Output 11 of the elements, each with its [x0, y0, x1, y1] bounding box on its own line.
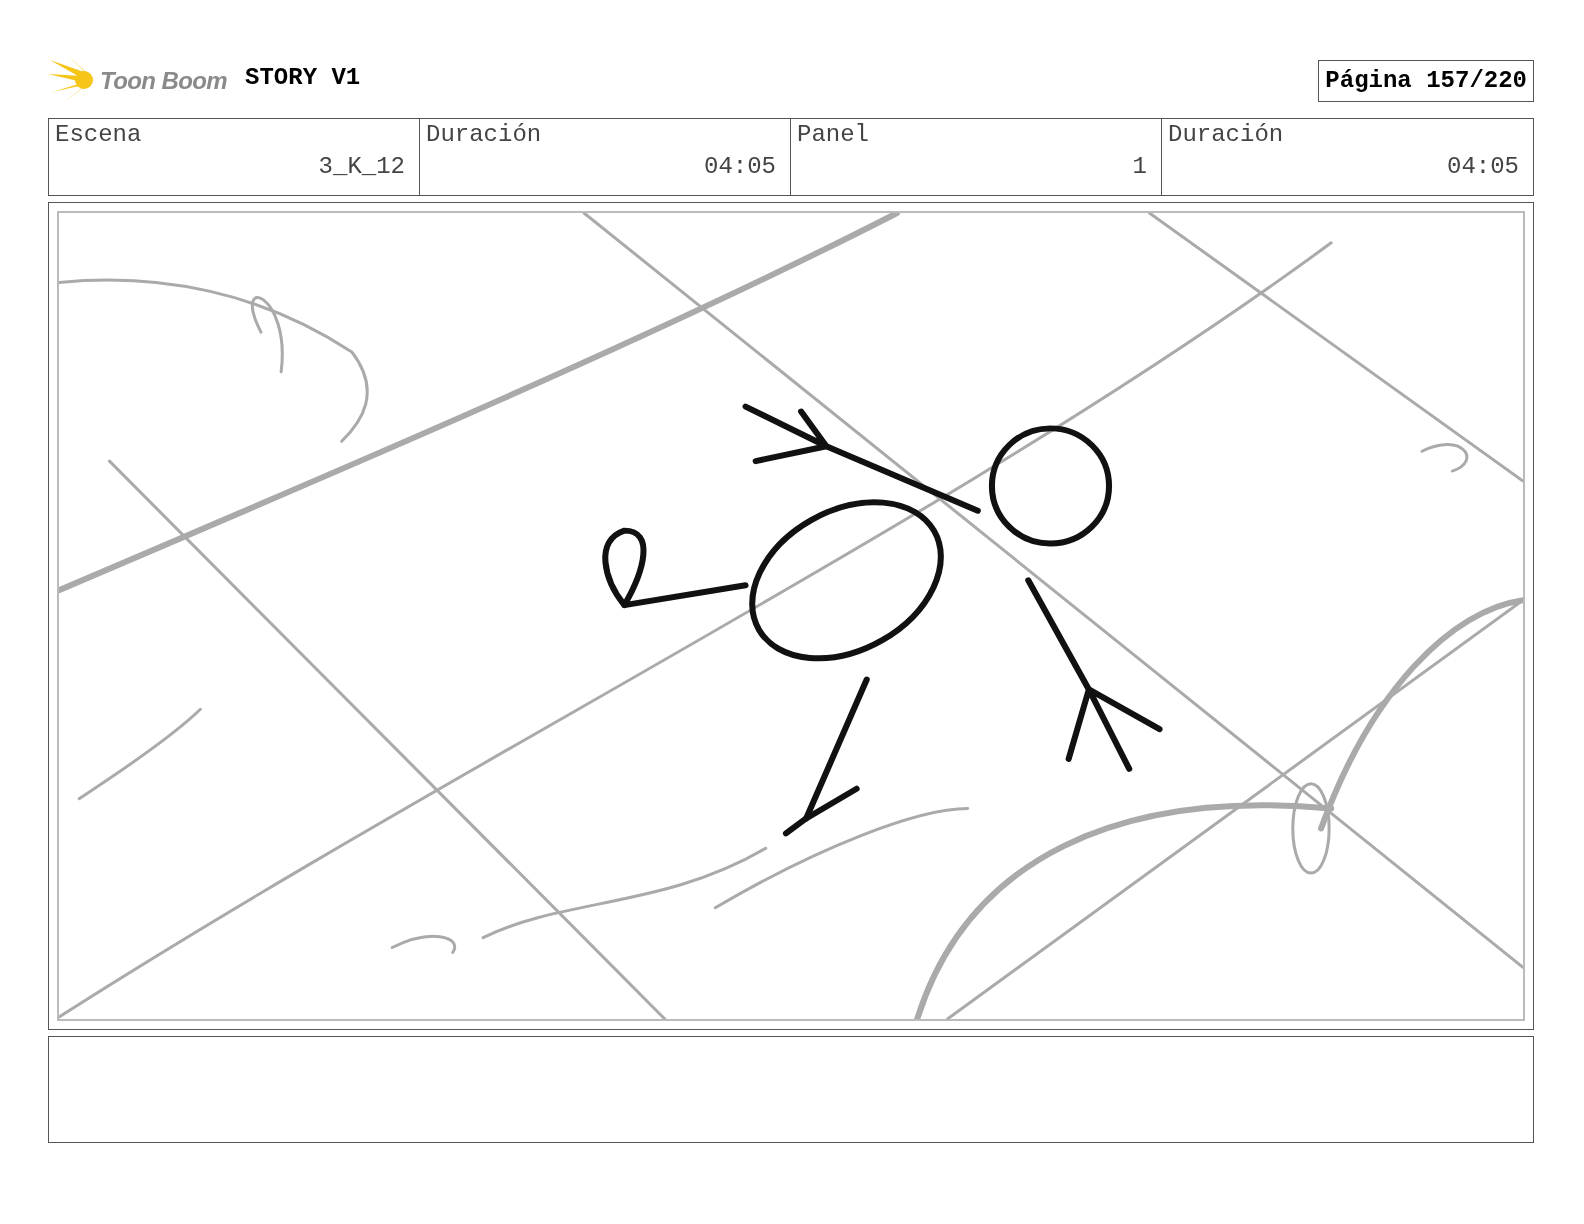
field-label: Duración [426, 120, 542, 150]
field-value: 04:05 [704, 152, 776, 182]
field-value: 3_K_12 [318, 152, 405, 182]
logo-text: Toon Boom [100, 66, 227, 96]
field-value: 04:05 [1447, 152, 1519, 182]
page-number: Página 157/220 [1318, 60, 1534, 102]
field-label: Panel [797, 120, 869, 150]
field-label: Escena [55, 120, 142, 150]
document-title: STORY V1 [245, 63, 361, 93]
field-label: Duración [1168, 120, 1284, 150]
field-value: 1 [1132, 152, 1147, 182]
